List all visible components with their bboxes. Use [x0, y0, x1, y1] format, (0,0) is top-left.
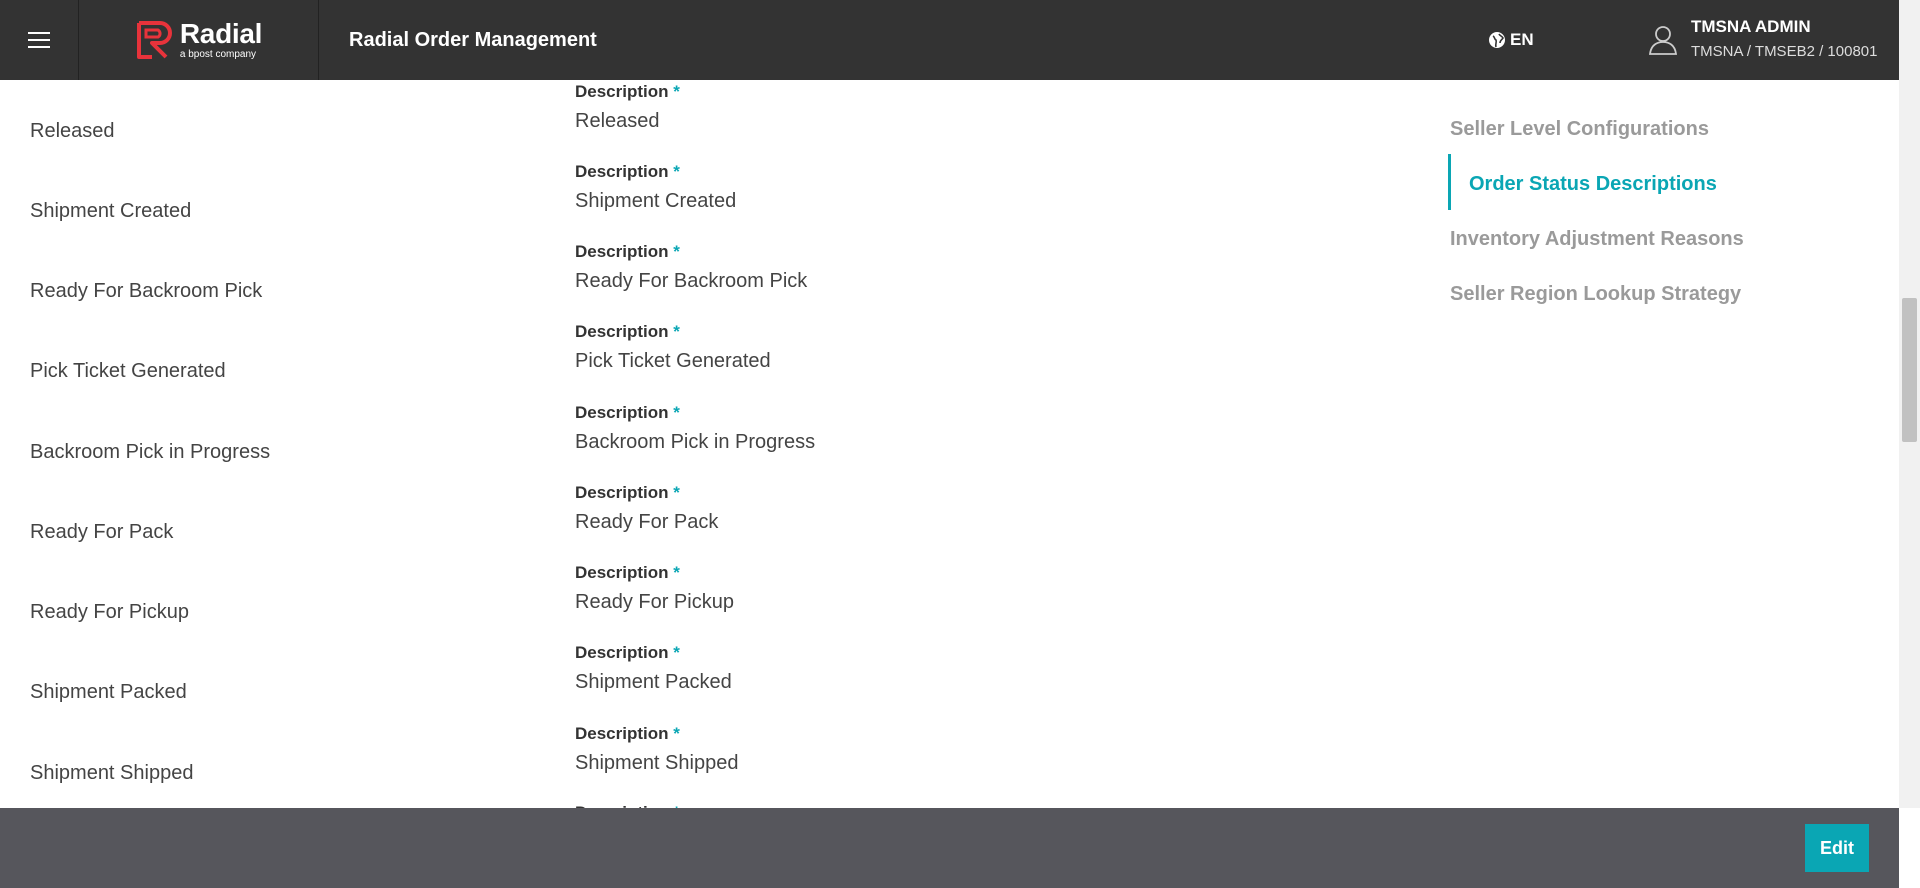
menu-button[interactable]: [0, 0, 79, 80]
status-name: Ready For Pack: [30, 521, 174, 543]
description-field: Description * Shipment Packed: [575, 643, 732, 694]
nav-item-seller-region-lookup-strategy[interactable]: Seller Region Lookup Strategy: [1450, 283, 1741, 306]
footer-gutter: [1899, 808, 1920, 888]
required-marker: *: [673, 403, 680, 422]
nav-item-order-status-descriptions[interactable]: Order Status Descriptions: [1469, 173, 1717, 196]
description-field: Description * Released: [575, 82, 680, 133]
required-marker: *: [673, 563, 680, 582]
description-field: Description * Ready For Pickup: [575, 563, 734, 614]
description-value: Released: [575, 110, 660, 132]
nav-item-inventory-adjustment-reasons[interactable]: Inventory Adjustment Reasons: [1450, 228, 1744, 251]
description-label: Description *: [575, 242, 680, 261]
action-footer: Edit: [0, 808, 1899, 888]
description-field: Description * Ready For Backroom Pick: [575, 242, 807, 293]
description-value: Ready For Pickup: [575, 591, 734, 613]
required-marker: *: [673, 724, 680, 743]
status-name: Ready For Pickup: [30, 601, 189, 623]
globe-icon: [1489, 32, 1505, 48]
status-name: Pick Ticket Generated: [30, 360, 226, 382]
description-label: Description *: [575, 82, 680, 101]
required-marker: *: [673, 242, 680, 261]
user-icon[interactable]: [1648, 24, 1678, 56]
required-marker: *: [673, 162, 680, 181]
description-label: Description *: [575, 162, 680, 181]
status-name: Ready For Backroom Pick: [30, 280, 263, 302]
description-value: Ready For Backroom Pick: [575, 270, 808, 292]
required-marker: *: [673, 643, 680, 662]
brand-tagline: a bpost company: [179, 49, 257, 60]
description-value: Ready For Pack: [575, 511, 719, 533]
hamburger-icon: [28, 32, 50, 48]
language-selector[interactable]: EN: [1488, 28, 1534, 52]
status-name: Shipment Created: [30, 200, 192, 222]
description-value: Backroom Pick in Progress: [575, 431, 816, 453]
nav-item-seller-level-configurations[interactable]: Seller Level Configurations: [1450, 118, 1709, 141]
description-label: Description *: [575, 724, 680, 743]
page-scrollbar[interactable]: [1899, 0, 1920, 808]
status-name: Shipment Shipped: [30, 762, 194, 784]
description-label: Description *: [575, 643, 680, 662]
description-field: Description * Shipment Shipped: [575, 724, 738, 775]
edit-button[interactable]: Edit: [1805, 824, 1869, 872]
active-indicator: [1448, 154, 1451, 210]
status-name: Shipment Packed: [30, 681, 187, 703]
description-value: Shipment Shipped: [575, 752, 739, 774]
description-value: Pick Ticket Generated: [575, 350, 771, 372]
top-header: Radial a bpost company Radial Order Mana…: [0, 0, 1899, 80]
description-value: Shipment Packed: [575, 671, 732, 693]
brand-logo[interactable]: Radial a bpost company: [80, 0, 319, 80]
description-field: Description * Ready For Pack: [575, 483, 718, 534]
radial-logo-icon: [136, 21, 172, 59]
description-label: Description *: [575, 483, 680, 502]
description-label: Description *: [575, 322, 680, 341]
description-field: Description * Shipment Created: [575, 162, 736, 213]
description-field: Description * Backroom Pick in Progress: [575, 403, 815, 454]
status-name: Backroom Pick in Progress: [30, 441, 271, 463]
app-title: Radial Order Management: [349, 29, 597, 51]
user-context: TMSNA / TMSEB2 / 100801: [1691, 43, 1878, 60]
description-field: Description * Pick Ticket Generated: [575, 322, 771, 373]
language-label: EN: [1510, 30, 1534, 49]
user-name: TMSNA ADMIN: [1691, 17, 1811, 36]
scrollbar-thumb[interactable]: [1902, 298, 1917, 442]
required-marker: *: [673, 82, 680, 101]
brand-name: Radial: [179, 18, 263, 49]
description-value: Shipment Created: [575, 190, 737, 212]
required-marker: *: [673, 483, 680, 502]
status-name: Released: [30, 120, 115, 142]
required-marker: *: [673, 322, 680, 341]
description-label: Description *: [575, 563, 680, 582]
description-label: Description *: [575, 403, 680, 422]
